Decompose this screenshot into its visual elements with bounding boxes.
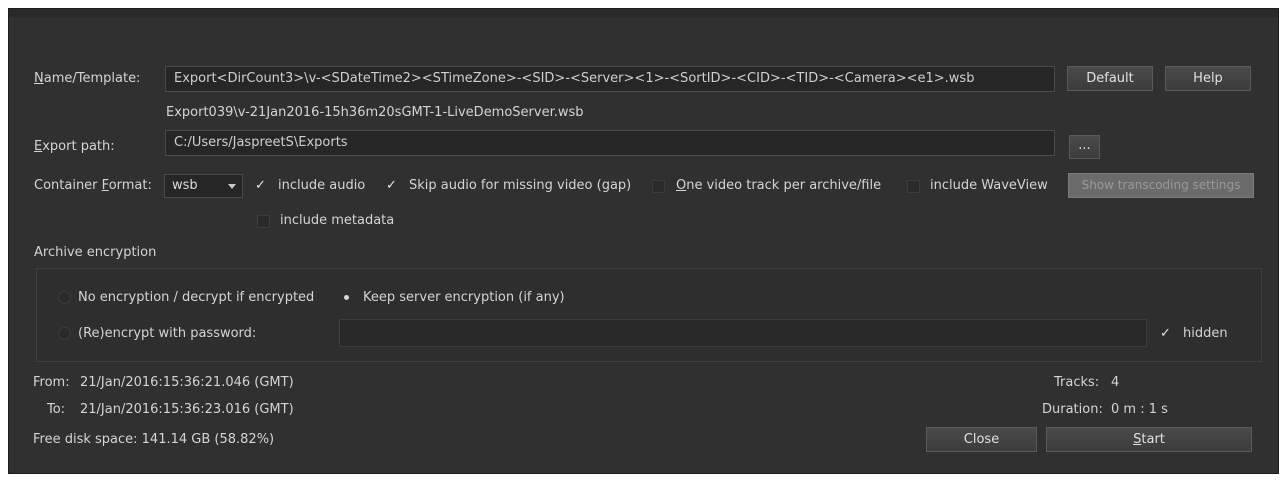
include-metadata-checkbox[interactable] [257,215,270,228]
container-format-select[interactable]: wsb [164,174,243,198]
include-waveview-label: include WaveView [930,178,1048,193]
tracks-value: 4 [1111,375,1120,390]
include-audio-checkbox[interactable]: ✓ [254,179,267,192]
hidden-checkbox[interactable]: ✓ [1159,327,1172,340]
export-path-label: Export path: [34,139,115,154]
browse-button[interactable]: ... [1069,135,1100,159]
tracks-label: Tracks: [1054,375,1100,390]
start-button[interactable]: Start [1046,427,1252,452]
free-disk-space: Free disk space: 141.14 GB (58.82%) [33,432,275,447]
include-audio-label: include audio [278,178,366,193]
duration-value: 0 m : 1 s [1111,402,1168,417]
to-label: To: [47,402,66,417]
from-value: 21/Jan/2016:15:36:21.046 (GMT) [80,375,294,390]
one-track-label: One video track per archive/file [676,178,882,193]
default-button[interactable]: Default [1067,66,1153,91]
duration-label: Duration: [1042,402,1103,417]
password-input[interactable] [339,319,1147,347]
name-template-input[interactable]: Export<DirCount3>\v-<SDateTime2><STimeZo… [165,66,1055,92]
no-encryption-radio[interactable] [58,291,71,304]
chevron-down-icon [228,184,236,189]
skip-audio-checkbox[interactable]: ✓ [385,179,398,192]
hidden-label: hidden [1183,326,1228,341]
one-track-checkbox[interactable] [652,180,665,193]
name-template-label: Name/Template: [34,71,141,86]
skip-audio-label: Skip audio for missing video (gap) [409,178,632,193]
help-button[interactable]: Help [1165,66,1251,91]
close-button[interactable]: Close [926,427,1037,452]
show-transcoding-settings-button[interactable]: Show transcoding settings [1068,173,1254,198]
container-format-label: Container Format: [34,178,152,193]
title-strip [9,9,1278,17]
reencrypt-radio[interactable] [58,327,71,340]
to-value: 21/Jan/2016:15:36:23.016 (GMT) [80,402,294,417]
no-encryption-label: No encryption / decrypt if encrypted [78,290,315,305]
template-preview: Export039\v-21Jan2016-15h36m20sGMT-1-Liv… [166,105,584,120]
encryption-group: No encryption / decrypt if encrypted Kee… [36,268,1262,362]
from-label: From: [33,375,70,390]
export-path-input[interactable]: C:/Users/JaspreetS\Exports [165,130,1055,156]
keep-server-encryption-label: Keep server encryption (if any) [363,290,565,305]
include-metadata-label: include metadata [280,213,395,228]
reencrypt-label: (Re)encrypt with password: [78,326,257,341]
export-dialog: Name/Template: Export<DirCount3>\v-<SDat… [8,8,1279,474]
archive-encryption-title: Archive encryption [34,245,157,260]
keep-server-encryption-radio[interactable] [340,291,353,304]
include-waveview-checkbox[interactable] [907,180,920,193]
